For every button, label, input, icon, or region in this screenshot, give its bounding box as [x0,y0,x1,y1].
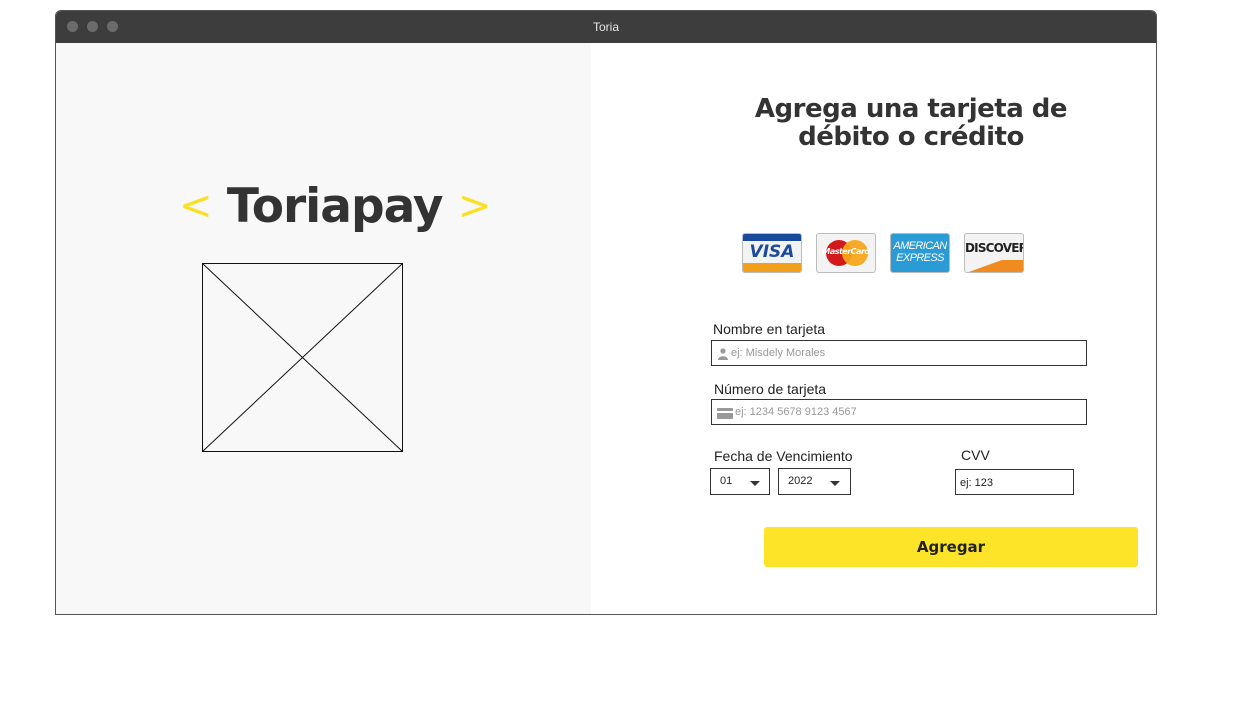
expiry-month-select[interactable]: 01 [710,468,770,495]
brand-logo: < Toriapay > [179,179,492,234]
chevron-down-icon [750,481,760,486]
mastercard-card-icon: MasterCard [816,233,876,273]
credit-card-icon [717,408,733,419]
image-placeholder [202,263,403,452]
window-title: Toria [592,20,619,34]
amex-card-icon: AMERICAN EXPRESS [890,233,950,273]
name-placeholder: ej: Misdely Morales [731,347,826,359]
app-window: Toria < Toriapay > Agrega una tarjeta de… [55,10,1157,615]
cvv-label: CVV [961,447,990,463]
discover-logo-text: DISCOVER [965,241,1024,255]
discover-card-icon: DISCOVER [964,233,1024,273]
chevron-down-icon [830,481,840,486]
card-form-panel: Agrega una tarjeta de débito o crédito V… [591,43,1156,614]
expiry-label: Fecha de Vencimiento [714,448,853,464]
form-heading: Agrega una tarjeta de débito o crédito [754,94,1068,152]
card-number-input[interactable]: ej: 1234 5678 9123 4567 [711,399,1087,425]
cardholder-name-input[interactable]: ej: Misdely Morales [711,340,1087,366]
visa-card-icon: VISA [742,233,802,273]
year-value: 2022 [788,475,813,487]
brand-panel: < Toriapay > [56,43,591,614]
title-bar: Toria [56,11,1156,43]
logo-open-bracket: < [179,183,213,229]
cvv-value: ej: 123 [960,477,994,489]
brand-name: Toriapay [226,179,444,234]
mastercard-logo-text: MasterCard [822,247,870,256]
number-label: Número de tarjeta [714,381,827,397]
number-placeholder: ej: 1234 5678 9123 4567 [735,406,857,418]
visa-logo-text: VISA [743,241,801,264]
cvv-input[interactable]: ej: 123 [955,469,1074,495]
month-value: 01 [720,475,733,487]
logo-close-bracket: > [457,183,492,229]
person-icon [718,348,728,360]
expiry-year-select[interactable]: 2022 [778,468,851,495]
name-label: Nombre en tarjeta [713,321,826,337]
amex-logo-text-line2: EXPRESS [896,252,944,264]
add-card-button[interactable]: Agregar [764,527,1138,567]
amex-logo-text-line1: AMERICAN [893,240,947,252]
